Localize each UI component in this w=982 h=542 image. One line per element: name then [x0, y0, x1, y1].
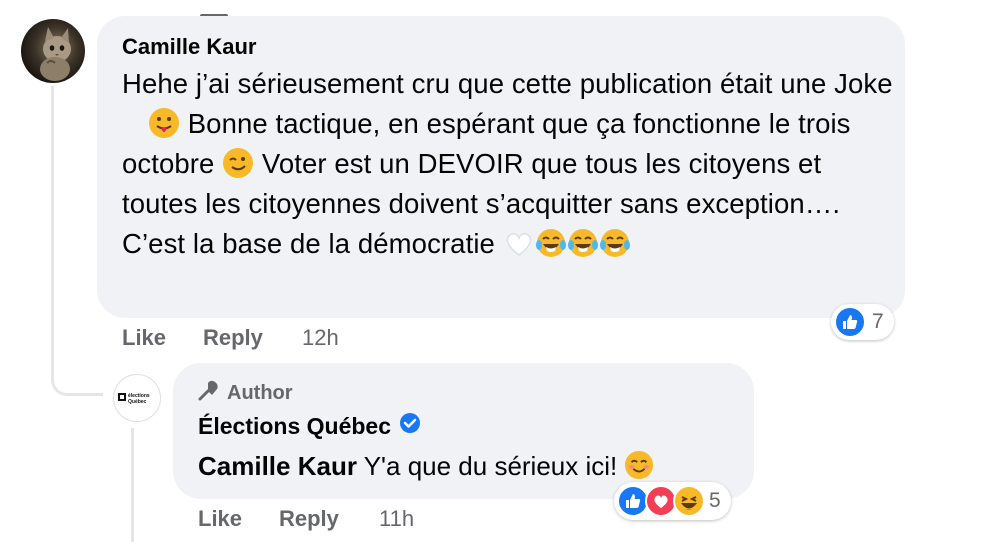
avatar[interactable] — [21, 19, 85, 83]
timestamp-text[interactable]: 11h — [379, 506, 414, 531]
previous-comment-actions-partial — [200, 0, 270, 18]
reply-text: Camille Kaur Y'a que du sérieux ici! — [198, 448, 654, 484]
like-button[interactable]: Like — [198, 506, 242, 532]
reply-text-part: Y'a que du sérieux ici! — [356, 451, 625, 481]
comment-author-name[interactable]: Camille Kaur — [122, 34, 257, 60]
smiling-face-emoji-icon — [624, 450, 654, 480]
page-avatar[interactable]: élections Québec — [113, 374, 161, 422]
reply-author[interactable]: Élections Québec — [198, 412, 421, 440]
reaction-summary[interactable]: 7 — [831, 304, 894, 340]
microphone-icon — [197, 379, 221, 407]
comment-text: Hehe j’ai sérieusement cru que cette pub… — [122, 64, 902, 264]
tears-of-joy-emoji-icon — [599, 227, 631, 259]
tears-of-joy-emoji-icon — [567, 227, 599, 259]
thread-connector — [51, 340, 103, 396]
comment-timestamp[interactable]: 11h — [379, 506, 414, 532]
reply-button[interactable]: Reply — [203, 325, 263, 351]
mention-link[interactable]: Camille Kaur — [198, 451, 357, 481]
white-heart-emoji-icon — [503, 227, 535, 259]
timestamp-text[interactable]: 12h — [302, 325, 339, 350]
haha-icon — [673, 485, 705, 517]
tears-of-joy-emoji-icon — [535, 227, 567, 259]
reaction-summary[interactable]: 5 — [614, 482, 731, 520]
author-badge-label: Author — [227, 381, 293, 404]
page-name[interactable]: Élections Québec — [198, 413, 391, 440]
winking-face-emoji-icon — [222, 147, 254, 179]
tongue-wink-emoji-icon — [148, 107, 180, 139]
svg-text:Québec: Québec — [128, 399, 147, 405]
author-badge: Author — [197, 379, 293, 407]
reaction-count: 5 — [709, 489, 721, 512]
like-button[interactable]: Like — [122, 325, 166, 351]
comment-text-part: Hehe j’ai sérieusement cru que cette pub… — [122, 68, 893, 99]
reply-button[interactable]: Reply — [279, 506, 339, 532]
comment-timestamp[interactable]: 12h — [302, 325, 339, 351]
verified-badge-icon — [399, 412, 421, 440]
thread-line-reply — [131, 428, 134, 542]
like-icon — [834, 306, 866, 338]
reaction-count: 7 — [872, 310, 884, 333]
thread-line — [51, 86, 54, 382]
